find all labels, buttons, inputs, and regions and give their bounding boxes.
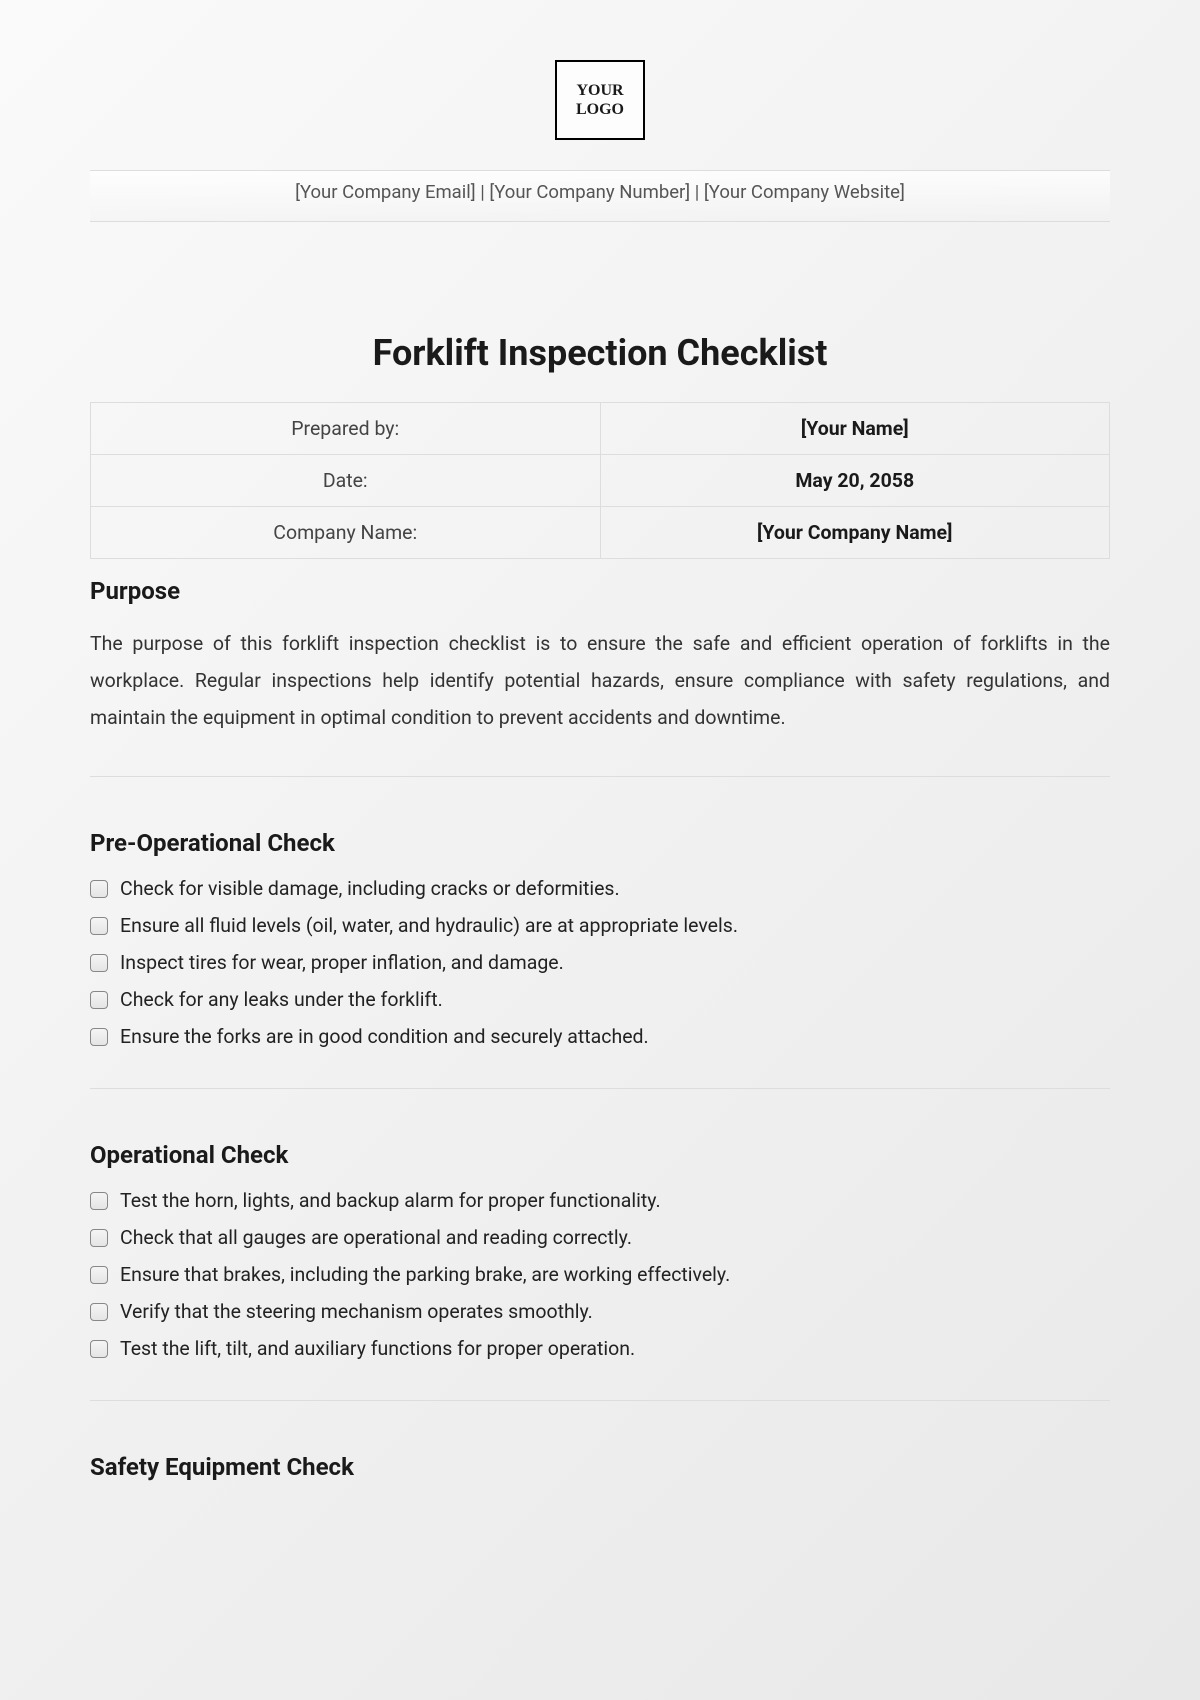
checkbox-icon[interactable] [90, 991, 108, 1009]
checkbox-icon[interactable] [90, 1303, 108, 1321]
checklist-item-label: Inspect tires for wear, proper inflation… [120, 951, 564, 974]
checklist-item-label: Ensure that brakes, including the parkin… [120, 1263, 730, 1286]
section-heading: Pre-Operational Check [90, 829, 1110, 857]
section-heading: Safety Equipment Check [90, 1453, 1110, 1481]
purpose-heading: Purpose [90, 577, 1110, 605]
section-heading: Operational Check [90, 1141, 1110, 1169]
checklist-item: Test the horn, lights, and backup alarm … [90, 1189, 1110, 1212]
page-title: Forklift Inspection Checklist [90, 332, 1110, 374]
info-table: Prepared by: [Your Name] Date: May 20, 2… [90, 402, 1110, 559]
table-row: Company Name: [Your Company Name] [91, 507, 1110, 559]
info-label: Company Name: [91, 507, 601, 559]
info-value: [Your Company Name] [600, 507, 1110, 559]
checkbox-icon[interactable] [90, 1340, 108, 1358]
info-value: May 20, 2058 [600, 455, 1110, 507]
checklist-item: Inspect tires for wear, proper inflation… [90, 951, 1110, 974]
info-label: Prepared by: [91, 403, 601, 455]
divider [90, 1400, 1110, 1401]
checklist-item-label: Ensure all fluid levels (oil, water, and… [120, 914, 738, 937]
checklist-item-label: Check for any leaks under the forklift. [120, 988, 443, 1011]
table-row: Prepared by: [Your Name] [91, 403, 1110, 455]
checklist: Test the horn, lights, and backup alarm … [90, 1189, 1110, 1360]
checkbox-icon[interactable] [90, 880, 108, 898]
divider [90, 776, 1110, 777]
checkbox-icon[interactable] [90, 1028, 108, 1046]
checklist-item-label: Check that all gauges are operational an… [120, 1226, 632, 1249]
checklist-item: Ensure the forks are in good condition a… [90, 1025, 1110, 1048]
checklist-item: Test the lift, tilt, and auxiliary funct… [90, 1337, 1110, 1360]
checklist-item-label: Verify that the steering mechanism opera… [120, 1300, 593, 1323]
contact-info-bar: [Your Company Email] | [Your Company Num… [90, 170, 1110, 222]
checkbox-icon[interactable] [90, 1266, 108, 1284]
purpose-text: The purpose of this forklift inspection … [90, 625, 1110, 736]
checkbox-icon[interactable] [90, 954, 108, 972]
checklist-item: Check for visible damage, including crac… [90, 877, 1110, 900]
checklist: Check for visible damage, including crac… [90, 877, 1110, 1048]
checkbox-icon[interactable] [90, 917, 108, 935]
checklist-item: Ensure that brakes, including the parkin… [90, 1263, 1110, 1286]
checkbox-icon[interactable] [90, 1192, 108, 1210]
checklist-item-label: Ensure the forks are in good condition a… [120, 1025, 649, 1048]
table-row: Date: May 20, 2058 [91, 455, 1110, 507]
checklist-item: Check for any leaks under the forklift. [90, 988, 1110, 1011]
checklist-item-label: Test the lift, tilt, and auxiliary funct… [120, 1337, 635, 1360]
checklist-item: Ensure all fluid levels (oil, water, and… [90, 914, 1110, 937]
logo-placeholder: YOUR LOGO [555, 60, 645, 140]
info-label: Date: [91, 455, 601, 507]
info-value: [Your Name] [600, 403, 1110, 455]
checkbox-icon[interactable] [90, 1229, 108, 1247]
checklist-item: Check that all gauges are operational an… [90, 1226, 1110, 1249]
checklist-item-label: Test the horn, lights, and backup alarm … [120, 1189, 661, 1212]
checklist-item: Verify that the steering mechanism opera… [90, 1300, 1110, 1323]
checklist-item-label: Check for visible damage, including crac… [120, 877, 620, 900]
divider [90, 1088, 1110, 1089]
